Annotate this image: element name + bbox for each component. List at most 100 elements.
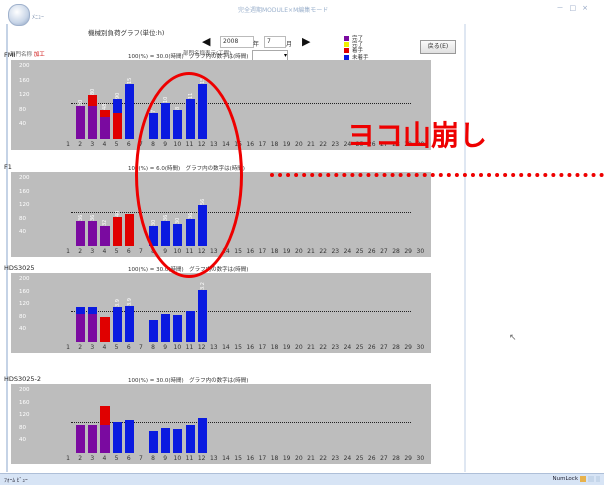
x-tick-label: 4 xyxy=(102,248,107,255)
y-tick-label: 160 xyxy=(19,188,30,195)
x-tick-label: 17 xyxy=(258,455,267,462)
window-title: 完全週期MODULE×M編集モード xyxy=(238,7,329,14)
bar-segment xyxy=(149,319,159,342)
x-tick-label: 7 xyxy=(138,248,143,255)
window-controls[interactable]: －□× xyxy=(557,3,595,13)
x-tick-label: 8 xyxy=(151,344,155,351)
data-label: 3.2 xyxy=(199,282,206,291)
x-tick-label: 16 xyxy=(246,141,255,148)
x-tick-label: 21 xyxy=(307,248,315,255)
bar-segment xyxy=(124,419,134,453)
bar-segment xyxy=(76,307,86,314)
y-tick-label: 160 xyxy=(19,288,30,295)
bar-segment xyxy=(100,225,110,246)
y-tick-label: 160 xyxy=(19,77,30,84)
maximize-icon[interactable]: □ xyxy=(570,4,583,12)
y-tick-label: 120 xyxy=(19,92,30,99)
bar-segment xyxy=(76,424,86,453)
data-label: 40 xyxy=(114,210,121,218)
x-tick-label: 23 xyxy=(331,248,340,255)
x-tick-label: 5 xyxy=(114,344,119,351)
annotation-text: ヨコ山崩し xyxy=(347,119,488,152)
x-tick-label: 12 xyxy=(197,344,206,351)
x-tick-label: 2 xyxy=(78,344,83,351)
status-left: ﾌｫｰﾑ ﾋﾞｭｰ xyxy=(4,478,28,484)
x-tick-label: 23 xyxy=(331,344,340,351)
month-field[interactable]: 7 xyxy=(264,36,286,48)
minimize-icon[interactable]: － xyxy=(557,4,570,12)
y-tick-label: 80 xyxy=(19,424,26,431)
panel-note: 100(%) = 30.0(時間) グラフ内の数字は(時間) xyxy=(128,378,249,384)
x-tick-label: 3 xyxy=(90,344,95,351)
x-tick-label: 3 xyxy=(90,455,95,462)
x-tick-label: 7 xyxy=(138,344,143,351)
x-tick-label: 7 xyxy=(138,455,143,462)
panel-title: FMI xyxy=(4,51,16,59)
x-tick-label: 19 xyxy=(282,141,291,148)
y-tick-label: 40 xyxy=(19,437,26,444)
title-bar: 完全週期MODULE×M編集モード xyxy=(6,2,600,18)
bar-segment xyxy=(100,109,110,118)
x-tick-label: 25 xyxy=(355,248,364,255)
y-tick-label: 200 xyxy=(19,175,30,181)
status-right: NumLock xyxy=(552,476,579,482)
x-tick-label: 6 xyxy=(126,344,131,351)
x-tick-label: 28 xyxy=(392,455,400,462)
x-tick-label: 22 xyxy=(319,141,327,148)
legend-swatch xyxy=(344,42,349,48)
x-tick-label: 18 xyxy=(270,248,279,255)
bar-chart: 200 160 120 80 40 1 2 3 4 5 6 7 8 9 10 11 12 13 14 15 16 17 18… xyxy=(11,384,431,464)
panel-title: HDS3025-2 xyxy=(4,375,42,383)
bar-segment xyxy=(100,316,110,342)
y-tick-label: 120 xyxy=(19,301,30,308)
bar-segment xyxy=(88,220,98,246)
x-tick-label: 22 xyxy=(319,344,327,351)
x-tick-label: 1 xyxy=(66,344,70,351)
y-tick-label: 120 xyxy=(19,202,30,209)
x-tick-label: 17 xyxy=(258,141,267,148)
x-tick-label: 16 xyxy=(246,344,255,351)
close-icon[interactable]: × xyxy=(582,4,594,12)
y-tick-label: 40 xyxy=(19,121,26,128)
next-month-button[interactable]: ▶ xyxy=(302,36,314,47)
department-value: 加工 xyxy=(33,52,45,58)
year-label: 年 xyxy=(253,41,260,48)
prev-month-button[interactable]: ◀ xyxy=(202,36,214,47)
x-tick-label: 18 xyxy=(270,141,279,148)
data-label: 80 xyxy=(90,88,97,96)
x-tick-label: 24 xyxy=(343,248,352,255)
y-tick-label: 80 xyxy=(19,106,26,113)
x-tick-label: 6 xyxy=(126,141,131,148)
bar-segment xyxy=(185,310,195,342)
data-label: 48 xyxy=(102,103,109,110)
x-tick-label: 19 xyxy=(282,344,291,351)
legend-swatch xyxy=(344,48,349,54)
y-tick-label: 80 xyxy=(19,215,26,222)
bar-segment xyxy=(100,405,110,425)
threshold-line xyxy=(71,212,411,213)
x-tick-label: 14 xyxy=(222,344,230,351)
year-field[interactable]: 2008 xyxy=(220,36,254,48)
bar-segment xyxy=(173,315,183,342)
x-tick-label: 15 xyxy=(234,344,242,351)
panel-note: 100(%) = 30.0(時間) グラフ内の数字は(時間) xyxy=(128,54,249,60)
mouse-cursor-icon: ↖ xyxy=(509,333,517,343)
x-tick-label: 24 xyxy=(343,344,352,351)
view-buttons-icon[interactable] xyxy=(580,476,600,482)
x-tick-label: 28 xyxy=(392,248,400,255)
y-tick-label: 200 xyxy=(19,276,30,282)
legend-label: 着手 xyxy=(352,48,364,55)
bar-segment xyxy=(197,290,207,342)
bar-segment xyxy=(88,95,98,107)
data-label: 3.9 xyxy=(114,299,121,308)
bar-segment xyxy=(124,305,134,342)
x-tick-label: 26 xyxy=(367,344,376,351)
threshold-line xyxy=(71,310,411,312)
bar-segment xyxy=(100,424,110,453)
status-bar: ﾌｫｰﾑ ﾋﾞｭｰ NumLock xyxy=(0,473,604,485)
x-tick-label: 4 xyxy=(102,141,107,148)
back-button[interactable]: 戻る(E) xyxy=(420,40,456,54)
x-tick-label: 9 xyxy=(163,455,168,462)
x-tick-label: 1 xyxy=(66,248,70,255)
x-tick-label: 20 xyxy=(295,344,303,351)
